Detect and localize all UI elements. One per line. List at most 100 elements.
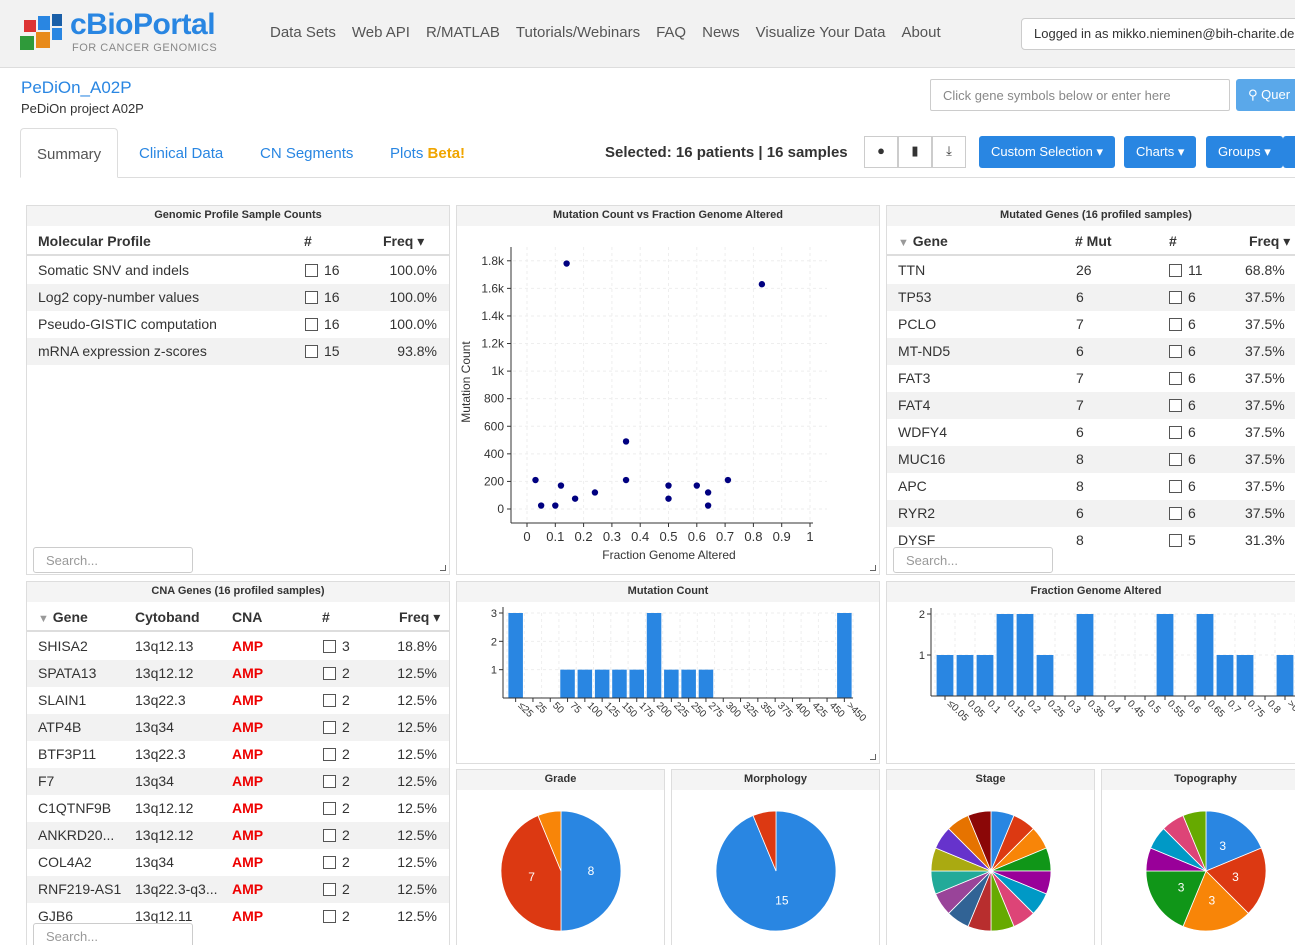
- histogram-bar[interactable]: [1196, 614, 1214, 696]
- tab-summary[interactable]: Summary: [20, 128, 119, 178]
- row-checkbox[interactable]: [1169, 426, 1182, 439]
- table-row[interactable]: TP53 6 6 37.5%: [887, 284, 1295, 311]
- scatter-point[interactable]: [552, 502, 559, 509]
- row-checkbox[interactable]: [1169, 399, 1182, 412]
- table-row[interactable]: MT-ND5 6 6 37.5%: [887, 338, 1295, 365]
- row-checkbox[interactable]: [305, 291, 318, 304]
- table-row[interactable]: F7 13q34 AMP 2 12.5%: [27, 768, 449, 795]
- scatter-point[interactable]: [758, 281, 766, 288]
- histogram-bar[interactable]: [1276, 655, 1294, 696]
- nav-web-api[interactable]: Web API: [352, 24, 410, 41]
- histogram-bar[interactable]: [1036, 655, 1054, 696]
- histogram-bar[interactable]: [698, 669, 714, 698]
- table-row[interactable]: Somatic SNV and indels 16 100.0%: [27, 257, 449, 284]
- col-count[interactable]: #: [1169, 233, 1177, 249]
- col-num-mut[interactable]: # Mut: [1075, 233, 1112, 249]
- histogram-bar[interactable]: [1016, 614, 1034, 696]
- scatter-point[interactable]: [532, 476, 539, 484]
- scatter-plot[interactable]: 02004006008001k1.2k1.4k1.6k1.8k 0 0.1 0.2 0…: [457, 227, 880, 575]
- histogram-bar[interactable]: [956, 655, 974, 696]
- table-row[interactable]: RNF219-AS1 13q22.3-q3... AMP 2 12.5%: [27, 876, 449, 903]
- histogram-bar[interactable]: [996, 614, 1014, 696]
- col-gene[interactable]: ▼ Gene: [38, 609, 88, 625]
- table-row[interactable]: Pseudo-GISTIC computation 16 100.0%: [27, 311, 449, 338]
- col-count[interactable]: #: [304, 233, 312, 249]
- nav-r-matlab[interactable]: R/MATLAB: [426, 24, 500, 41]
- row-checkbox[interactable]: [1169, 291, 1182, 304]
- login-status-button[interactable]: Logged in as mikko.nieminen@bih-charite.…: [1021, 18, 1295, 50]
- row-checkbox[interactable]: [323, 802, 336, 815]
- col-count[interactable]: #: [322, 609, 330, 625]
- row-checkbox[interactable]: [323, 694, 336, 707]
- more-button[interactable]: [1283, 136, 1295, 168]
- row-checkbox[interactable]: [1169, 480, 1182, 493]
- scatter-point[interactable]: [704, 489, 712, 496]
- table-row[interactable]: SHISA2 13q12.13 AMP 3 18.8%: [27, 633, 449, 660]
- col-gene[interactable]: ▼ Gene: [898, 233, 948, 249]
- resize-handle[interactable]: [870, 754, 876, 760]
- table-search-input[interactable]: Search...: [33, 547, 193, 573]
- table-search-input[interactable]: Search...: [893, 547, 1053, 573]
- table-search-input[interactable]: Search...: [33, 923, 193, 945]
- gene-search-input[interactable]: Click gene symbols below or enter here: [930, 79, 1230, 111]
- scatter-point[interactable]: [557, 482, 565, 489]
- scatter-point[interactable]: [704, 502, 712, 509]
- histogram-bar[interactable]: [936, 655, 954, 696]
- row-checkbox[interactable]: [1169, 534, 1182, 547]
- tab-plots[interactable]: Plots Beta!: [390, 128, 465, 178]
- row-checkbox[interactable]: [1169, 264, 1182, 277]
- scatter-point[interactable]: [591, 489, 599, 496]
- scatter-point[interactable]: [724, 476, 732, 484]
- table-row[interactable]: SLAIN1 13q22.3 AMP 2 12.5%: [27, 687, 449, 714]
- table-row[interactable]: PCLO 7 6 37.5%: [887, 311, 1295, 338]
- resize-handle[interactable]: [440, 565, 446, 571]
- table-row[interactable]: RYR2 6 6 37.5%: [887, 500, 1295, 527]
- nav-visualize[interactable]: Visualize Your Data: [756, 24, 886, 41]
- table-row[interactable]: SPATA13 13q12.12 AMP 2 12.5%: [27, 660, 449, 687]
- topography-pie-chart[interactable]: 3 3 3 3: [1102, 791, 1295, 945]
- nav-data-sets[interactable]: Data Sets: [270, 24, 336, 41]
- nav-news[interactable]: News: [702, 24, 740, 41]
- histogram-bar[interactable]: [612, 669, 627, 698]
- grade-pie-chart[interactable]: 87: [457, 791, 665, 945]
- table-row[interactable]: mRNA expression z-scores 15 93.8%: [27, 338, 449, 365]
- scatter-point[interactable]: [571, 495, 579, 502]
- table-row[interactable]: WDFY4 6 6 37.5%: [887, 419, 1295, 446]
- row-checkbox[interactable]: [323, 667, 336, 680]
- table-row[interactable]: APC 8 6 37.5%: [887, 473, 1295, 500]
- histogram-bar[interactable]: [629, 669, 645, 698]
- scatter-point[interactable]: [622, 438, 630, 445]
- row-checkbox[interactable]: [323, 775, 336, 788]
- cbioportal-logo[interactable]: cBioPortal FOR CANCER GENOMICS: [20, 8, 220, 58]
- study-title-link[interactable]: PeDiOn_A02P: [21, 78, 132, 98]
- histogram-bar[interactable]: [646, 613, 662, 698]
- col-cytoband[interactable]: Cytoband: [135, 609, 200, 625]
- histogram-bar[interactable]: [664, 669, 679, 698]
- scatter-point[interactable]: [563, 260, 570, 267]
- histogram-bar[interactable]: [1156, 614, 1174, 696]
- col-freq[interactable]: Freq ▾: [383, 233, 424, 250]
- custom-selection-button[interactable]: Custom Selection ▾: [979, 136, 1116, 168]
- histogram-bar[interactable]: [560, 669, 575, 698]
- row-checkbox[interactable]: [323, 910, 336, 923]
- table-row[interactable]: Log2 copy-number values 16 100.0%: [27, 284, 449, 311]
- row-checkbox[interactable]: [305, 345, 318, 358]
- table-row[interactable]: TTN 26 11 68.8%: [887, 257, 1295, 284]
- mutation-count-histogram[interactable]: 123≤2525 50 75 1001251501752002252502753003…: [457, 603, 880, 763]
- row-checkbox[interactable]: [323, 721, 336, 734]
- nav-about[interactable]: About: [901, 24, 940, 41]
- histogram-bar[interactable]: [594, 669, 610, 698]
- tab-clinical-data[interactable]: Clinical Data: [139, 128, 223, 178]
- row-checkbox[interactable]: [1169, 318, 1182, 331]
- row-checkbox[interactable]: [1169, 345, 1182, 358]
- row-checkbox[interactable]: [323, 883, 336, 896]
- col-molecular-profile[interactable]: Molecular Profile: [38, 233, 151, 249]
- col-freq[interactable]: Freq ▾: [399, 609, 440, 626]
- table-row[interactable]: C1QTNF9B 13q12.12 AMP 2 12.5%: [27, 795, 449, 822]
- table-row[interactable]: MUC16 8 6 37.5%: [887, 446, 1295, 473]
- nav-tutorials[interactable]: Tutorials/Webinars: [516, 24, 640, 41]
- row-checkbox[interactable]: [305, 318, 318, 331]
- morphology-pie-chart[interactable]: 15: [672, 791, 880, 945]
- resize-handle[interactable]: [870, 565, 876, 571]
- histogram-bar[interactable]: [837, 613, 852, 698]
